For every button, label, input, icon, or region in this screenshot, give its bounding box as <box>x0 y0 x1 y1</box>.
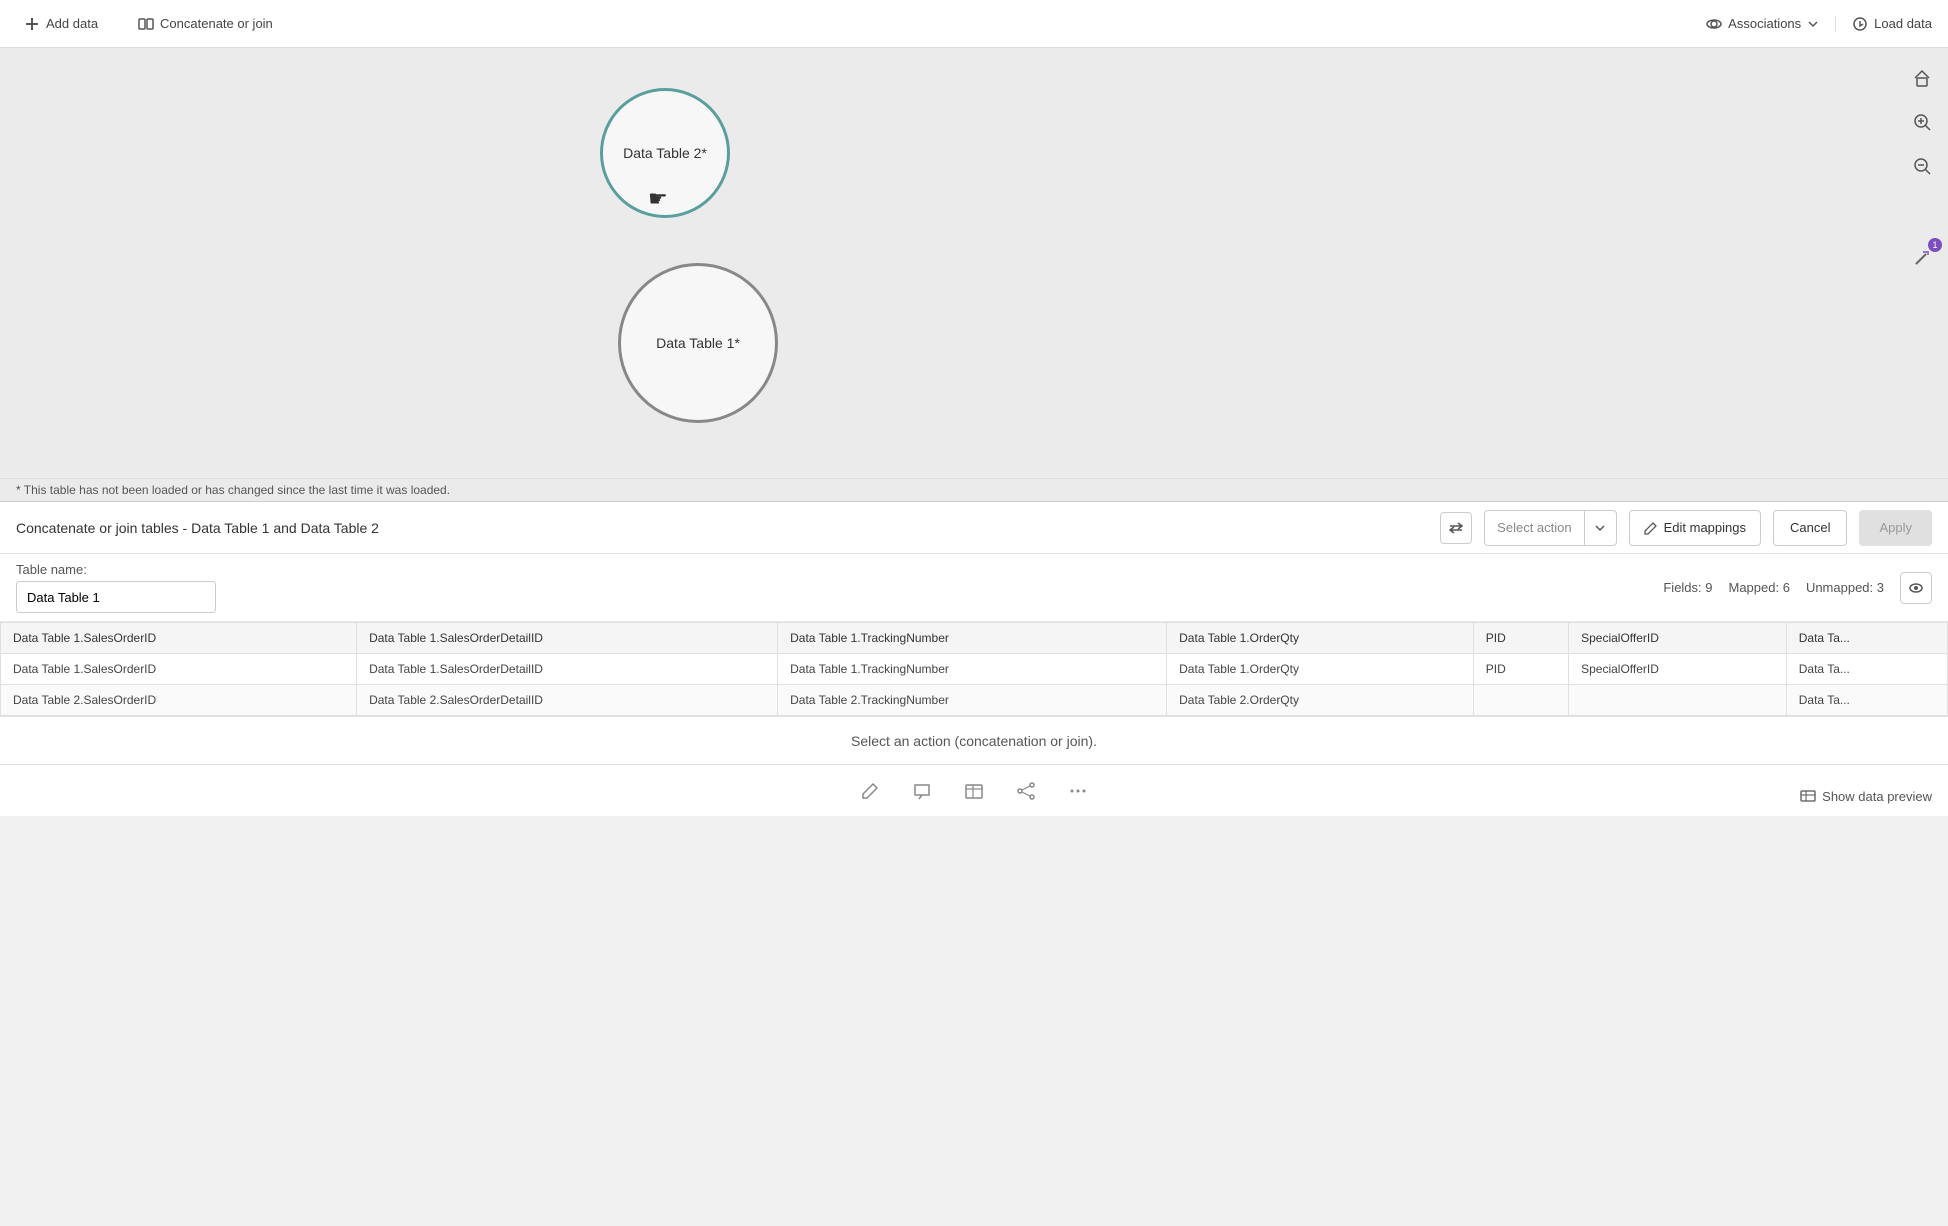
join-title: Concatenate or join tables - Data Table … <box>16 520 1428 536</box>
top-toolbar: Add data Concatenate or join Association… <box>0 0 1948 48</box>
preview-eye-button[interactable] <box>1900 572 1932 604</box>
eye-icon <box>1908 580 1924 596</box>
col-header-3: Data Table 1.OrderQty <box>1167 623 1474 654</box>
concatenate-join-button[interactable]: Concatenate or join <box>130 12 281 36</box>
show-data-preview-label: Show data preview <box>1822 789 1932 804</box>
share-icon <box>1016 781 1036 801</box>
fields-info: Fields: 9 Mapped: 6 Unmapped: 3 <box>1663 572 1932 604</box>
edit-mappings-button[interactable]: Edit mappings <box>1629 510 1761 546</box>
load-icon <box>1852 16 1868 32</box>
select-action-label: Select action <box>1485 520 1583 535</box>
cell-1-2: Data Table 2.TrackingNumber <box>778 685 1167 716</box>
home-button[interactable] <box>1904 60 1940 96</box>
cell-1-5 <box>1569 685 1787 716</box>
table-icon <box>964 781 984 801</box>
select-action-wrapper: Select action <box>1484 510 1616 546</box>
cell-0-4: PID <box>1473 654 1568 685</box>
zoom-out-button[interactable] <box>1904 148 1940 184</box>
fields-count: Fields: 9 <box>1663 580 1712 595</box>
status-message: Select an action (concatenation or join)… <box>851 733 1097 749</box>
cell-0-0: Data Table 1.SalesOrderID <box>1 654 357 685</box>
bottom-toolbar: Show data preview <box>0 764 1948 816</box>
apply-button[interactable]: Apply <box>1859 510 1932 546</box>
table-name-label: Table name: <box>16 562 216 577</box>
cell-0-5: SpecialOfferID <box>1569 654 1787 685</box>
add-icon <box>24 16 40 32</box>
cell-0-3: Data Table 1.OrderQty <box>1167 654 1474 685</box>
associations-button[interactable]: Associations <box>1706 16 1819 32</box>
chat-icon <box>912 781 932 801</box>
cell-1-4 <box>1473 685 1568 716</box>
wand-icon <box>1912 248 1932 268</box>
col-header-6: Data Ta... <box>1786 623 1947 654</box>
chevron-down-icon <box>1807 18 1819 30</box>
status-bar: Select an action (concatenation or join)… <box>0 716 1948 764</box>
pencil-icon <box>860 781 880 801</box>
bottom-icon-more[interactable] <box>1068 781 1088 801</box>
edit-icon <box>1644 521 1658 535</box>
bottom-icon-chat[interactable] <box>912 781 932 801</box>
table-name-input[interactable] <box>16 581 216 613</box>
show-data-preview-button[interactable]: Show data preview <box>1800 788 1932 804</box>
concatenate-icon <box>138 16 154 32</box>
select-action-dropdown[interactable] <box>1584 510 1616 546</box>
swap-button[interactable] <box>1440 512 1472 544</box>
cell-0-1: Data Table 1.SalesOrderDetailID <box>357 654 778 685</box>
join-panel: Concatenate or join tables - Data Table … <box>0 501 1948 716</box>
swap-icon <box>1448 520 1464 536</box>
table-name-row: Table name: Fields: 9 Mapped: 6 Unmapped… <box>0 554 1948 622</box>
add-data-button[interactable]: Add data <box>16 12 106 36</box>
table-row: Data Table 2.SalesOrderID Data Table 2.S… <box>1 685 1948 716</box>
mapping-table: Data Table 1.SalesOrderID Data Table 1.S… <box>0 622 1948 716</box>
cell-1-6: Data Ta... <box>1786 685 1947 716</box>
table-row: Data Table 1.SalesOrderID Data Table 1.S… <box>1 654 1948 685</box>
col-header-5: SpecialOfferID <box>1569 623 1787 654</box>
home-icon <box>1912 68 1932 88</box>
table-preview-icon <box>1800 788 1816 804</box>
right-sidebar: 1 <box>1896 48 1948 478</box>
bottom-icon-table[interactable] <box>964 781 984 801</box>
cell-1-0: Data Table 2.SalesOrderID <box>1 685 357 716</box>
zoom-in-button[interactable] <box>1904 104 1940 140</box>
join-header: Concatenate or join tables - Data Table … <box>0 502 1948 554</box>
col-header-4: PID <box>1473 623 1568 654</box>
zoom-out-icon <box>1912 156 1932 176</box>
data-table-wrapper: Data Table 1.SalesOrderID Data Table 1.S… <box>0 622 1948 716</box>
cell-1-1: Data Table 2.SalesOrderDetailID <box>357 685 778 716</box>
bottom-icon-pencil[interactable] <box>860 781 880 801</box>
cell-1-3: Data Table 2.OrderQty <box>1167 685 1474 716</box>
canvas-area: Data Table 2* ☛ Data Table 1* 1 <box>0 48 1948 478</box>
eye-associations-icon <box>1706 16 1722 32</box>
data-table-2-node[interactable]: Data Table 2* <box>600 88 730 218</box>
col-header-0: Data Table 1.SalesOrderID <box>1 623 357 654</box>
data-table-1-node[interactable]: Data Table 1* <box>618 263 778 423</box>
cell-0-6: Data Ta... <box>1786 654 1947 685</box>
cell-0-2: Data Table 1.TrackingNumber <box>778 654 1167 685</box>
unmapped-count: Unmapped: 3 <box>1806 580 1884 595</box>
bottom-icon-share[interactable] <box>1016 781 1036 801</box>
magic-button[interactable]: 1 <box>1904 240 1940 276</box>
footnote: * This table has not been loaded or has … <box>0 478 1948 501</box>
col-header-2: Data Table 1.TrackingNumber <box>778 623 1167 654</box>
col-header-1: Data Table 1.SalesOrderDetailID <box>357 623 778 654</box>
dropdown-chevron-icon <box>1594 522 1606 534</box>
badge-count: 1 <box>1928 238 1942 252</box>
cancel-button[interactable]: Cancel <box>1773 510 1847 546</box>
more-icon <box>1068 781 1088 801</box>
mapped-count: Mapped: 6 <box>1729 580 1790 595</box>
load-data-button[interactable]: Load data <box>1835 16 1932 32</box>
zoom-in-icon <box>1912 112 1932 132</box>
